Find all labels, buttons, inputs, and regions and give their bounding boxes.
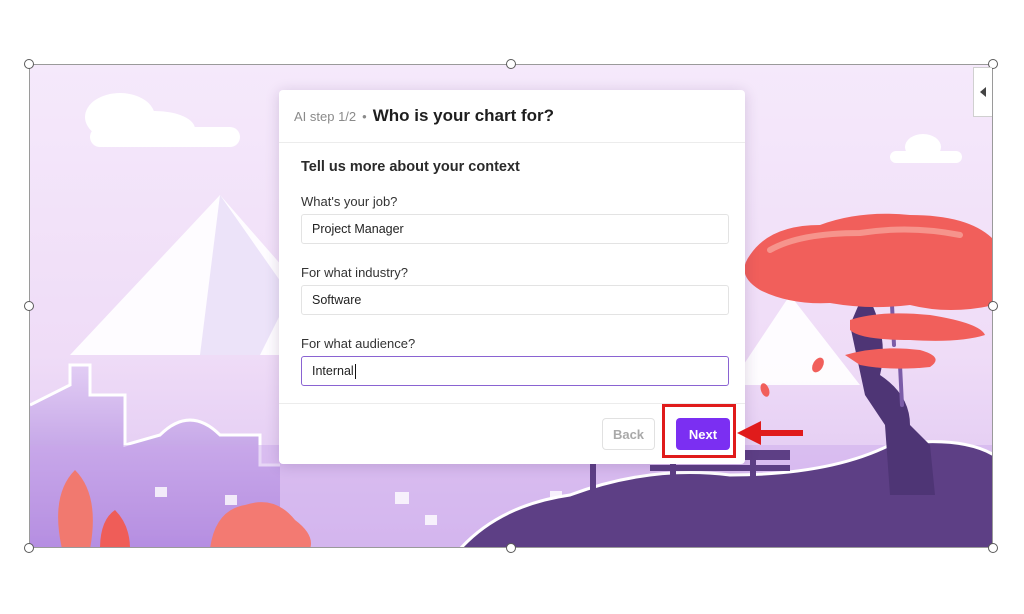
collapse-arrow-icon [980,87,986,97]
annotation-highlight-box [662,404,736,458]
industry-input[interactable]: Software [301,285,729,315]
resize-handle-top-center[interactable] [506,59,516,69]
step-indicator: AI step 1/2 [294,108,357,124]
industry-label: For what industry? [301,265,408,280]
back-button[interactable]: Back [602,418,655,450]
resize-handle-bottom-right[interactable] [988,543,998,553]
step-separator: • [362,108,367,124]
resize-handle-middle-right[interactable] [988,301,998,311]
job-input-value: Project Manager [312,222,404,236]
resize-handle-middle-left[interactable] [24,301,34,311]
side-panel-toggle[interactable] [973,67,992,117]
audience-label: For what audience? [301,336,416,351]
industry-input-value: Software [312,293,362,307]
resize-handle-bottom-center[interactable] [506,543,516,553]
resize-handle-bottom-left[interactable] [24,543,34,553]
dialog-header: AI step 1/2 • Who is your chart for? [279,90,745,143]
red-arrow-icon [737,421,803,445]
job-label: What's your job? [301,194,398,209]
job-input[interactable]: Project Manager [301,214,729,244]
audience-input-value: Internal [312,364,354,378]
audience-input[interactable]: Internal [301,356,729,386]
dialog-subtitle: Tell us more about your context [301,159,520,175]
dialog-title: Who is your chart for? [372,106,555,125]
resize-handle-top-left[interactable] [24,59,34,69]
text-caret [354,363,356,379]
